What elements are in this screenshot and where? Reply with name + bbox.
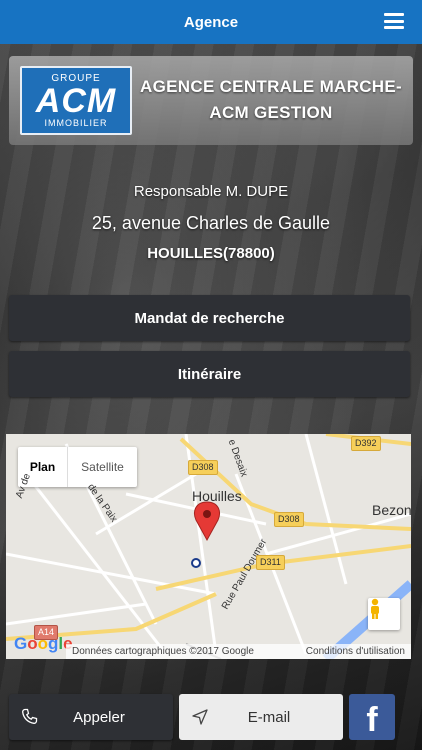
terms-link[interactable]: Conditions d'utilisation bbox=[306, 646, 405, 657]
bottom-action-bar: Appeler E-mail f bbox=[0, 690, 422, 750]
responsible-text: Responsable M. DUPE bbox=[133, 183, 289, 200]
road-badge: D311 bbox=[256, 555, 285, 570]
map-city-label: Houilles bbox=[192, 488, 242, 504]
map-view[interactable]: Plan Satellite Houilles Bezons Rue Paul … bbox=[6, 434, 411, 659]
attribution-text: Données cartographiques ©2017 Google bbox=[72, 646, 254, 657]
city-text: HOUILLES(78800) bbox=[147, 245, 275, 262]
road-badge: D308 bbox=[274, 512, 304, 527]
send-icon bbox=[192, 709, 208, 725]
google-logo: Google bbox=[14, 634, 73, 653]
page-title: Agence bbox=[183, 13, 239, 31]
phone-icon bbox=[22, 708, 38, 724]
map-city2-label: Bezons bbox=[372, 502, 411, 518]
road-badge: D308 bbox=[188, 460, 218, 475]
agency-card: GROUPE ACM IMMOBILIER AGENCE CENTRALE MA… bbox=[9, 56, 413, 145]
facebook-button[interactable]: f bbox=[349, 694, 395, 740]
road-badge: D392 bbox=[351, 436, 381, 451]
agency-name: AGENCE CENTRALE MARCHE-ACM GESTION bbox=[140, 77, 402, 122]
facebook-icon: f bbox=[366, 701, 378, 739]
street-view-pegman-icon[interactable] bbox=[368, 598, 400, 630]
logo-line3: IMMOBILIER bbox=[44, 117, 108, 128]
map-type-toggle: Plan Satellite bbox=[18, 447, 137, 487]
address-text: 25, avenue Charles de Gaulle bbox=[91, 213, 331, 233]
hamburger-menu-icon[interactable] bbox=[384, 13, 404, 29]
header-bar: Agence bbox=[0, 0, 422, 44]
call-button[interactable]: Appeler bbox=[9, 694, 173, 740]
email-button[interactable]: E-mail bbox=[179, 694, 343, 740]
mandat-button[interactable]: Mandat de recherche bbox=[9, 295, 410, 341]
agency-logo: GROUPE ACM IMMOBILIER bbox=[20, 66, 132, 135]
itineraire-button[interactable]: Itinéraire bbox=[9, 351, 410, 397]
map-attribution: Données cartographiques ©2017 Google Con… bbox=[66, 644, 411, 659]
map-satellite-button[interactable]: Satellite bbox=[67, 447, 137, 487]
logo-line2: ACM bbox=[35, 81, 117, 120]
